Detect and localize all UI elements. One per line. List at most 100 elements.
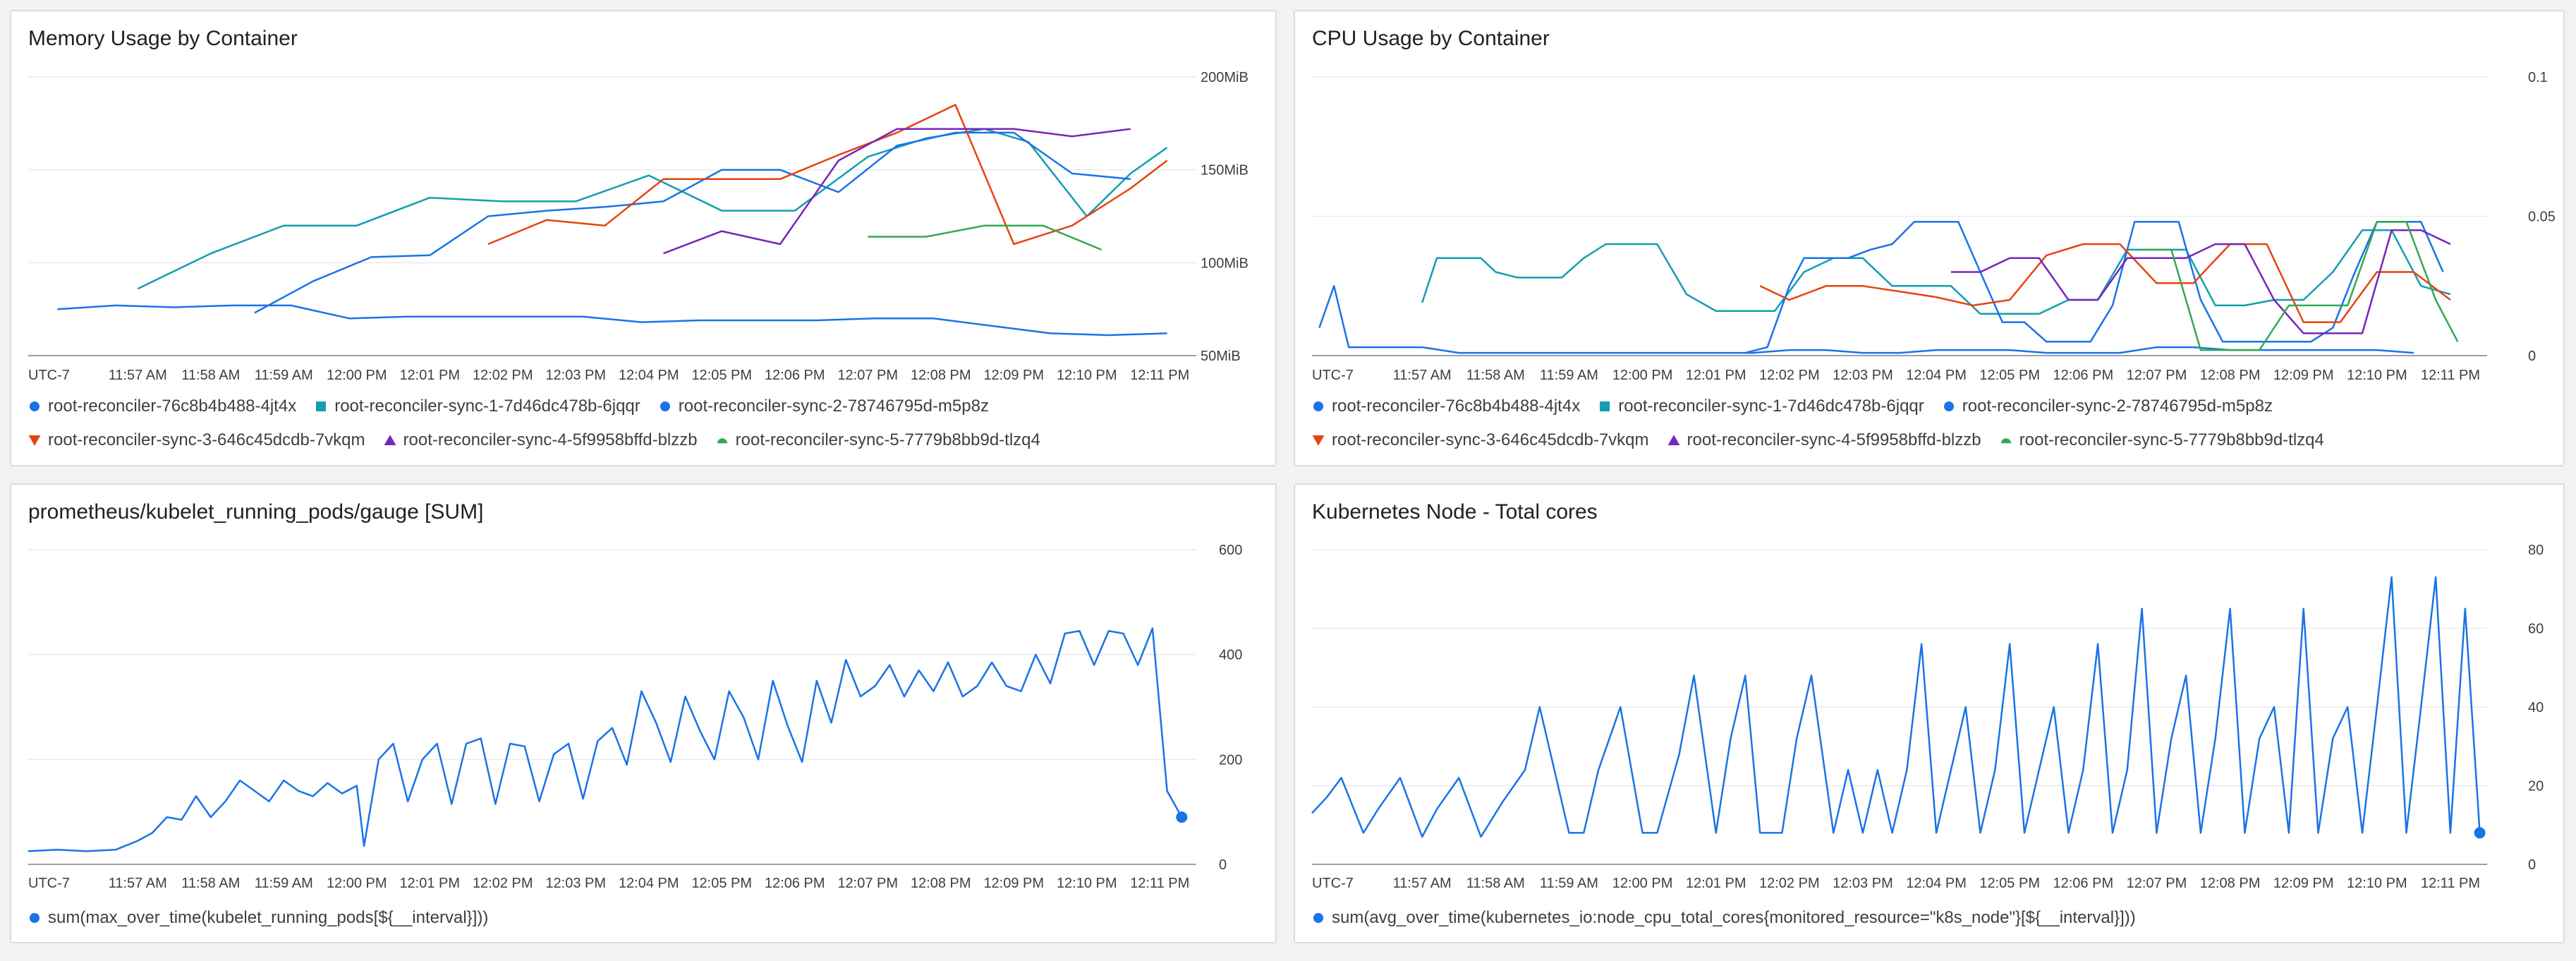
legend-item[interactable]: root-reconciler-sync-2-78746795d-m5p8z [1941,397,2273,416]
legend-marker-icon [30,401,40,411]
legend-item[interactable]: root-reconciler-sync-5-7779b8bb9d-tlzq4 [1998,430,2324,450]
legend: root-reconciler-76c8b4b488-4jt4x root-rec… [27,389,1057,457]
series-line[interactable] [487,104,1168,246]
x-tick-label: 12:02 PM [473,368,533,383]
y-tick-label: 0.05 [2528,210,2556,225]
x-tick-label: 11:58 AM [181,368,240,383]
legend-item[interactable]: root-reconciler-sync-3-646c45dcdb-7vkqm [1311,430,1649,450]
legend-label: root-reconciler-sync-4-5f9958bffd-blzzb [403,430,698,449]
x-tick-label: 12:08 PM [911,368,971,383]
legend-marker-icon [316,401,327,411]
x-tick-label: 12:09 PM [2273,368,2334,383]
series-line[interactable] [28,627,1183,852]
y-tick-label: 400 [1219,648,1242,663]
series-line[interactable] [137,128,1168,290]
x-tick-label: 12:10 PM [1057,368,1117,383]
x-tick-label: 12:09 PM [983,876,1044,891]
triangle-down-icon [28,435,41,446]
x-tick-label: 12:01 PM [1686,368,1746,383]
y-tick-label: 0 [1219,857,1227,873]
x-tick-label: 12:05 PM [691,368,752,383]
x-tick-label: 12:08 PM [2200,876,2261,891]
y-tick-label: 100MiB [1201,255,1248,271]
legend-label: sum(avg_over_time(kubernetes_io:node_cpu… [1332,908,2136,927]
timezone-label: UTC-7 [28,368,70,383]
legend-marker-icon [1600,401,1610,411]
legend-label: root-reconciler-sync-3-646c45dcdb-7vkqm [1332,430,1649,449]
series-line[interactable] [1759,243,2451,323]
series-line[interactable] [2141,221,2459,351]
legend: sum(avg_over_time(kubernetes_io:node_cpu… [1311,901,2153,935]
x-tick-label: 12:04 PM [619,368,679,383]
x-tick-label: 12:01 PM [399,876,460,891]
y-tick-label: 0 [2528,349,2536,364]
x-tick-label: 12:10 PM [1057,876,1117,891]
circle-icon [1313,401,1323,411]
x-tick-label: 11:57 AM [109,876,167,891]
legend-label: root-reconciler-sync-5-7779b8bb9d-tlzq4 [735,430,1040,449]
legend-label: root-reconciler-sync-3-646c45dcdb-7vkqm [48,430,365,449]
series-end-marker [1176,811,1188,823]
legend-item[interactable]: root-reconciler-sync-1-7d46dc478b-6jqqr [313,397,640,416]
legend-marker-icon [717,438,727,444]
x-tick-label: 12:05 PM [1979,368,2040,383]
x-tick-label: 12:07 PM [2127,876,2187,891]
x-tick-label: 12:01 PM [1686,876,1746,891]
y-tick-label: 150MiB [1201,163,1248,179]
x-tick-label: 12:06 PM [765,876,825,891]
legend-row: sum(avg_over_time(kubernetes_io:node_cpu… [1311,901,2153,935]
legend-marker-icon [1943,401,1954,411]
series-line[interactable] [1950,229,2451,334]
series-line[interactable] [1421,229,2451,315]
x-tick-label: 12:07 PM [837,876,898,891]
legend-item[interactable]: sum(max_over_time(kubelet_running_pods[$… [27,908,488,928]
x-tick-label: 11:57 AM [1393,368,1452,383]
semicircle-icon [717,438,727,444]
legend-row: root-reconciler-sync-3-646c45dcdb-7vkqm r… [27,423,1057,457]
legend-marker-icon [1312,435,1325,446]
timezone-label: UTC-7 [28,876,70,891]
legend-label: root-reconciler-sync-1-7d46dc478b-6jqqr [334,397,640,416]
legend: root-reconciler-76c8b4b488-4jt4x root-rec… [1311,389,2341,457]
legend-marker-icon [1667,435,1679,445]
legend-label: root-reconciler-76c8b4b488-4jt4x [1332,397,1581,416]
x-tick-label: 12:05 PM [1979,876,2040,891]
x-tick-label: 12:03 PM [1833,368,1893,383]
series-line[interactable] [254,131,1131,314]
legend-item[interactable]: root-reconciler-76c8b4b488-4jt4x [27,397,296,416]
x-tick-label: 12:04 PM [619,876,679,891]
x-tick-label: 12:00 PM [1612,876,1673,891]
legend-item[interactable]: root-reconciler-sync-5-7779b8bb9d-tlzq4 [715,430,1040,450]
x-tick-label: 11:57 AM [109,368,167,383]
circle-icon [1943,401,1954,411]
series-line[interactable] [1318,285,2414,354]
series-line[interactable] [868,224,1102,251]
legend-item[interactable]: sum(avg_over_time(kubernetes_io:node_cpu… [1311,908,2136,928]
x-tick-label: 12:11 PM [2421,368,2480,383]
legend-item[interactable]: root-reconciler-sync-4-5f9958bffd-blzzb [1666,430,1981,450]
node-cores-chart: 0 20 40 60 80 UTC-7 11:57 AM 11:58 AM 11:59 AM 12… [1311,543,2544,891]
cpu-usage-chart: 0 0.05 0.1 UTC-7 11:57 AM 11:58 AM 11:59 AM 12:… [1312,70,2556,383]
legend-item[interactable]: root-reconciler-76c8b4b488-4jt4x [1311,397,1580,416]
legend-label: root-reconciler-sync-5-7779b8bb9d-tlzq4 [2019,430,2324,449]
legend-item[interactable]: root-reconciler-sync-4-5f9958bffd-blzzb [382,430,698,450]
circle-icon [660,401,670,411]
y-tick-label: 40 [2528,700,2544,715]
x-tick-label: 12:07 PM [2127,368,2187,383]
x-tick-label: 12:10 PM [2347,368,2407,383]
square-icon [1600,401,1610,411]
x-tick-label: 12:11 PM [2421,876,2480,891]
x-tick-label: 11:58 AM [1466,876,1525,891]
legend-item[interactable]: root-reconciler-sync-2-78746795d-m5p8z [657,397,989,416]
series-line[interactable] [57,304,1167,337]
running-pods-chart: 0 200 400 600 UTC-7 11:57 AM 11:58 AM 11:59 AM 1… [28,543,1242,891]
legend-item[interactable]: root-reconciler-sync-1-7d46dc478b-6jqqr [1597,397,1924,416]
legend-marker-icon [1313,913,1323,923]
legend-item[interactable]: root-reconciler-sync-3-646c45dcdb-7vkqm [27,430,365,450]
circle-icon [1313,913,1323,923]
x-tick-label: 12:06 PM [2053,876,2114,891]
x-tick-label: 11:59 AM [1540,876,1598,891]
node-cores-panel: Kubernetes Node - Total cores 0 20 40 60 80 U… [1294,483,2565,943]
legend-label: root-reconciler-sync-2-78746795d-m5p8z [1962,397,2273,416]
x-tick-label: 12:03 PM [545,368,606,383]
